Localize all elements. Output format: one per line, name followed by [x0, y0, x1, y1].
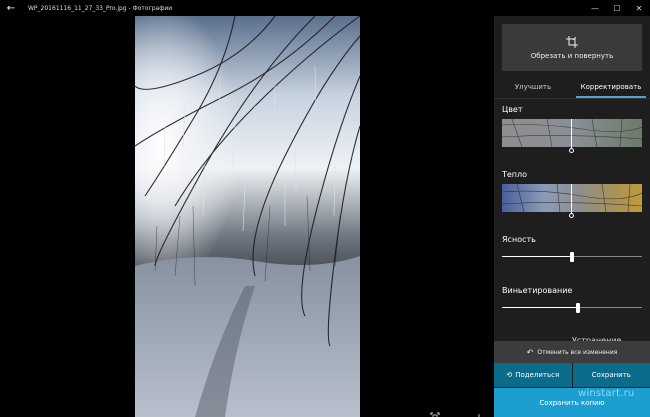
back-arrow-icon: ← [6, 2, 16, 14]
tab-enhance[interactable]: Улучшить [494, 78, 572, 96]
tabs-divider [494, 98, 650, 99]
zoom-in-button[interactable]: + [472, 410, 486, 417]
photo-image [135, 16, 360, 417]
undo-icon: ↶ [526, 347, 534, 357]
color-label: Цвет [502, 105, 523, 114]
undo-all-label: Отменить все изменения [537, 348, 618, 356]
window-controls: — ☐ ✕ [584, 0, 650, 16]
title-bar: ← WP_20161116_11_27_33_Pro.jpg - Фотогра… [0, 0, 650, 16]
clarity-slider[interactable] [502, 252, 642, 262]
close-button[interactable]: ✕ [628, 0, 650, 16]
color-strip[interactable] [502, 119, 642, 147]
tab-adjust[interactable]: Корректировать [572, 78, 650, 98]
crop-rotate-label: Обрезать и повернуть [530, 51, 614, 60]
save-button[interactable]: Сохранить [572, 363, 650, 387]
clarity-fill [502, 256, 572, 257]
zoom-out-button[interactable]: − [450, 410, 464, 417]
vignette-thumb[interactable] [576, 303, 580, 313]
share-button[interactable]: ⟲ Поделиться [494, 363, 572, 387]
share-label: Поделиться [515, 371, 560, 379]
window-title: WP_20161116_11_27_33_Pro.jpg - Фотографи… [28, 4, 173, 12]
clarity-label: Ясность [502, 235, 536, 244]
clarity-thumb[interactable] [570, 252, 574, 262]
warmth-strip[interactable] [502, 184, 642, 212]
vignette-slider[interactable] [502, 303, 642, 313]
action-row: ⟲ Поделиться Сохранить [494, 363, 650, 387]
maximize-button[interactable]: ☐ [606, 0, 628, 16]
watermark: winstart.ru [578, 388, 635, 399]
warmth-label: Тепло [502, 170, 528, 179]
color-marker [571, 119, 572, 150]
fit-to-screen-icon [430, 412, 440, 417]
crop-icon [566, 35, 578, 48]
minimize-button[interactable]: — [584, 0, 606, 16]
photo-viewer: − + [0, 16, 494, 417]
vignette-label: Виньетирование [502, 286, 573, 295]
edit-tabs: Улучшить Корректировать [494, 78, 650, 98]
vignette-fill [502, 307, 578, 308]
undo-all-button[interactable]: ↶ Отменить все изменения [494, 341, 650, 363]
fit-to-screen-button[interactable] [428, 410, 442, 417]
warmth-handle[interactable] [569, 213, 574, 218]
warmth-marker [571, 184, 572, 215]
share-icon: ⟲ [506, 371, 513, 379]
edit-panel: Обрезать и повернуть Улучшить Корректиро… [494, 16, 650, 417]
view-controls: − + [428, 410, 486, 417]
crop-rotate-button[interactable]: Обрезать и повернуть [502, 24, 642, 71]
back-button[interactable]: ← [0, 0, 22, 16]
color-handle[interactable] [569, 148, 574, 153]
